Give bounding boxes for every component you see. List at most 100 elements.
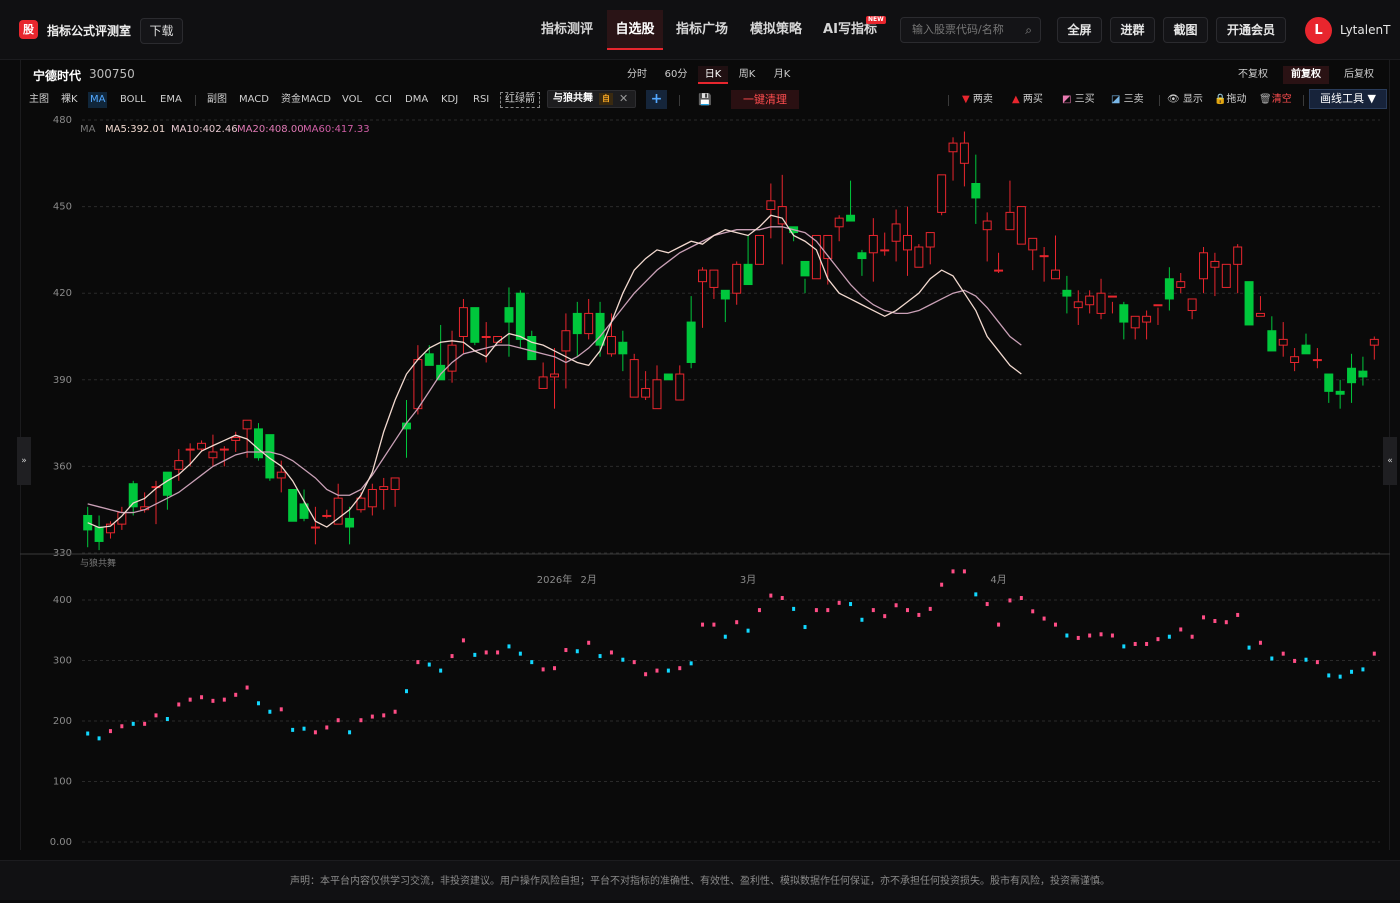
- clear-button[interactable]: 🗑清空: [1259, 92, 1292, 108]
- indicator-chip[interactable]: 与狼共舞 自 ✕: [547, 90, 636, 108]
- period-monthly[interactable]: 月K: [770, 66, 794, 84]
- lock-icon: 🔒: [1214, 94, 1227, 105]
- candle-up: [754, 234, 764, 265]
- signal-two-buy[interactable]: ▲ 两买: [1012, 92, 1043, 108]
- clean-all-button[interactable]: 一键清理: [731, 90, 799, 109]
- tool-dma[interactable]: DMA: [405, 92, 428, 108]
- tool-red-green-arrow[interactable]: 红绿箭: [500, 92, 540, 108]
- candle-down: [595, 312, 605, 346]
- logo-icon[interactable]: 股: [19, 20, 38, 39]
- candle-up: [390, 477, 400, 490]
- adjust-none[interactable]: 不复权: [1234, 66, 1272, 84]
- tool-kdj[interactable]: KDJ: [441, 92, 458, 108]
- candle-up: [1096, 292, 1106, 314]
- sub-bar-up: [1133, 641, 1137, 646]
- close-icon[interactable]: ✕: [619, 91, 628, 107]
- save-icon[interactable]: 💾: [698, 92, 712, 108]
- nav-sim-strategy[interactable]: 模拟策略: [744, 10, 808, 50]
- ma-legend-item: MA20:408.00: [237, 124, 304, 135]
- avatar[interactable]: L: [1305, 17, 1332, 44]
- tool-naked-k[interactable]: 裸K: [61, 92, 78, 108]
- sub-bar-up: [1213, 618, 1217, 623]
- signal-three-buy[interactable]: ◩ 三买: [1062, 92, 1095, 108]
- tool-main-chart[interactable]: 主图: [29, 92, 49, 108]
- expand-left-icon[interactable]: »: [17, 437, 31, 485]
- candle-up: [1278, 338, 1288, 346]
- download-button[interactable]: 下载: [140, 18, 183, 44]
- candle-down: [846, 214, 856, 222]
- sub-bar-down: [427, 662, 431, 667]
- period-weekly[interactable]: 周K: [735, 66, 759, 84]
- period-daily[interactable]: 日K: [698, 66, 728, 84]
- candle-up: [197, 442, 207, 450]
- divider: [1159, 95, 1160, 106]
- sub-bar-up: [120, 724, 124, 729]
- nav-indicator-review[interactable]: 指标测评: [534, 10, 600, 50]
- sub-bar-up: [1008, 598, 1012, 603]
- tool-sub-chart[interactable]: 副图: [207, 92, 227, 108]
- candle-up: [276, 471, 286, 479]
- sub-bar-up: [1042, 616, 1046, 621]
- tool-cci[interactable]: CCI: [375, 92, 392, 108]
- signal-two-sell[interactable]: ▼ 两卖: [962, 92, 993, 108]
- sub-bar-up: [644, 672, 648, 677]
- tool-ema[interactable]: EMA: [160, 92, 182, 108]
- tool-macd[interactable]: MACD: [239, 92, 269, 108]
- adjust-backward[interactable]: 后复权: [1338, 66, 1380, 84]
- candle-down: [663, 373, 673, 381]
- tool-boll[interactable]: BOLL: [120, 92, 146, 108]
- y-tick-label: 420: [53, 288, 72, 299]
- sub-bar-up: [1110, 633, 1114, 638]
- sub-bar-up: [382, 713, 386, 718]
- adjust-forward[interactable]: 前复权: [1283, 66, 1329, 84]
- sub-bar-down: [689, 661, 693, 666]
- tool-vol[interactable]: VOL: [342, 92, 362, 108]
- sub-bar-down: [348, 730, 352, 735]
- candle-up: [1073, 301, 1083, 309]
- candle-down: [618, 341, 628, 355]
- candle-up: [868, 234, 878, 254]
- sub-bar-down: [1167, 634, 1171, 639]
- eye-icon: 👁: [1167, 94, 1180, 105]
- candle-up: [1130, 315, 1140, 329]
- signal-three-sell[interactable]: ◪ 三卖: [1111, 92, 1144, 108]
- x-tick-label: 2026年: [537, 573, 572, 586]
- join-group-button[interactable]: 进群: [1110, 17, 1155, 43]
- sub-bar-up: [143, 721, 147, 726]
- sub-bar-up: [325, 725, 329, 730]
- sub-bar-up: [313, 730, 317, 735]
- fullscreen-button[interactable]: 全屏: [1057, 17, 1102, 43]
- brand-name[interactable]: 指标公式评测室: [47, 22, 131, 39]
- candle-down: [470, 307, 480, 343]
- draw-tools-button[interactable]: 画线工具 ▼: [1309, 89, 1387, 109]
- tool-ma[interactable]: MA: [88, 92, 108, 108]
- x-tick-label: 3月: [740, 574, 756, 586]
- add-indicator-button[interactable]: +: [646, 90, 667, 109]
- username[interactable]: LytalenT: [1340, 23, 1390, 37]
- sub-bar-up: [1031, 609, 1035, 614]
- search-icon[interactable]: ⌕: [1025, 18, 1032, 42]
- candle-down: [504, 307, 514, 323]
- tool-fund-macd[interactable]: 资金MACD: [281, 92, 331, 108]
- ma-legend-item: MA60:417.33: [303, 124, 370, 135]
- search-input[interactable]: 输入股票代码/名称 ⌕: [900, 17, 1041, 43]
- period-intraday[interactable]: 分时: [624, 66, 650, 84]
- candle-down: [83, 514, 93, 531]
- sub-bar-down: [792, 606, 796, 611]
- candle-up: [1255, 312, 1265, 317]
- sub-bar-up: [541, 667, 545, 672]
- tool-rsi[interactable]: RSI: [473, 92, 489, 108]
- nav-indicator-square[interactable]: 指标广场: [670, 10, 734, 50]
- expand-right-icon[interactable]: «: [1383, 437, 1397, 485]
- drag-toggle[interactable]: 🔒拖动: [1214, 92, 1246, 108]
- membership-button[interactable]: 开通会员: [1216, 17, 1286, 43]
- candlestick-chart[interactable]: 4804504203903603304003002001000.002026年 2…: [20, 110, 1390, 850]
- sub-bar-up: [211, 698, 215, 703]
- sub-bar-down: [598, 654, 602, 659]
- candle-up: [1221, 263, 1231, 288]
- screenshot-button[interactable]: 截图: [1163, 17, 1208, 43]
- sub-bar-down: [518, 651, 522, 656]
- period-60min[interactable]: 60分: [661, 66, 691, 84]
- show-toggle[interactable]: 👁 显示: [1167, 92, 1203, 108]
- nav-watchlist[interactable]: 自选股: [607, 10, 663, 50]
